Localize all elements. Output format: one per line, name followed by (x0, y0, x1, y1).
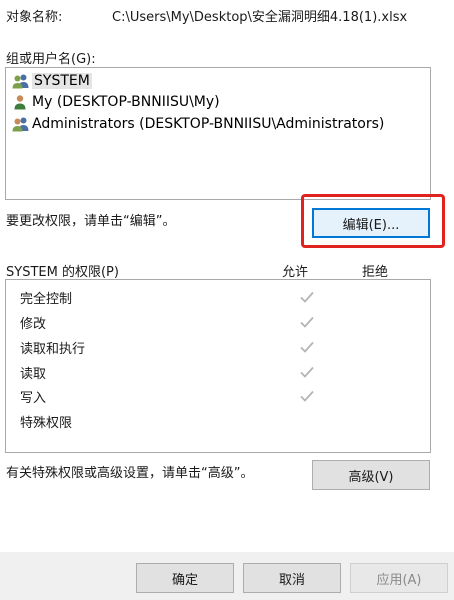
permission-row: 完全控制 (20, 285, 424, 309)
check-icon (300, 316, 314, 328)
permissions-label: SYSTEM 的权限(P) (6, 265, 119, 280)
group-item-administrators[interactable]: Administrators (DESKTOP-BNNIISU\Administ… (12, 114, 384, 134)
group-item-my[interactable]: My (DESKTOP-BNNIISU\My) (12, 92, 220, 112)
permission-row: 读取和执行 (20, 335, 424, 359)
permission-name: 完全控制 (20, 291, 73, 307)
group-item-label: My (DESKTOP-BNNIISU\My) (32, 94, 220, 110)
object-name-label: 对象名称: (6, 10, 63, 25)
users-group-icon (12, 74, 29, 89)
permission-name: 修改 (20, 316, 47, 332)
permissions-list[interactable]: 完全控制 修改 读取和执行 读取 写入 特殊权限 (5, 279, 431, 453)
user-icon (14, 95, 26, 110)
groups-listbox[interactable]: SYSTEM My (DESKTOP-BNNIISU\My) Administr… (5, 67, 431, 200)
cancel-button[interactable]: 取消 (243, 563, 341, 593)
apply-button[interactable]: 应用(A) (350, 563, 448, 593)
deny-header: 拒绝 (362, 265, 389, 280)
advanced-hint: 有关特殊权限或高级设置，请单击“高级”。 (6, 466, 254, 481)
permission-row: 读取 (20, 360, 424, 384)
permission-name: 特殊权限 (20, 415, 73, 431)
permission-name: 读取 (20, 366, 47, 382)
group-item-label: SYSTEM (32, 73, 92, 89)
users-group-icon (12, 117, 29, 132)
permission-name: 读取和执行 (20, 341, 86, 357)
ok-button[interactable]: 确定 (136, 563, 234, 593)
check-icon (300, 291, 314, 303)
check-icon (300, 390, 314, 402)
permission-row: 修改 (20, 310, 424, 334)
object-name-value: C:\Users\My\Desktop\安全漏洞明细4.18(1).xlsx (112, 10, 408, 25)
group-item-system[interactable]: SYSTEM (12, 71, 92, 91)
check-icon (300, 366, 314, 378)
group-item-label: Administrators (DESKTOP-BNNIISU\Administ… (32, 116, 385, 132)
groups-label: 组或用户名(G): (6, 52, 96, 67)
permission-row: 写入 (20, 384, 424, 408)
permission-name: 写入 (20, 390, 47, 406)
check-icon (300, 341, 314, 353)
edit-button[interactable]: 编辑(E)... (312, 208, 430, 238)
advanced-button[interactable]: 高级(V) (312, 460, 430, 490)
change-hint: 要更改权限，请单击“编辑”。 (6, 214, 176, 229)
allow-header: 允许 (282, 265, 309, 280)
permission-row: 特殊权限 (20, 409, 424, 433)
